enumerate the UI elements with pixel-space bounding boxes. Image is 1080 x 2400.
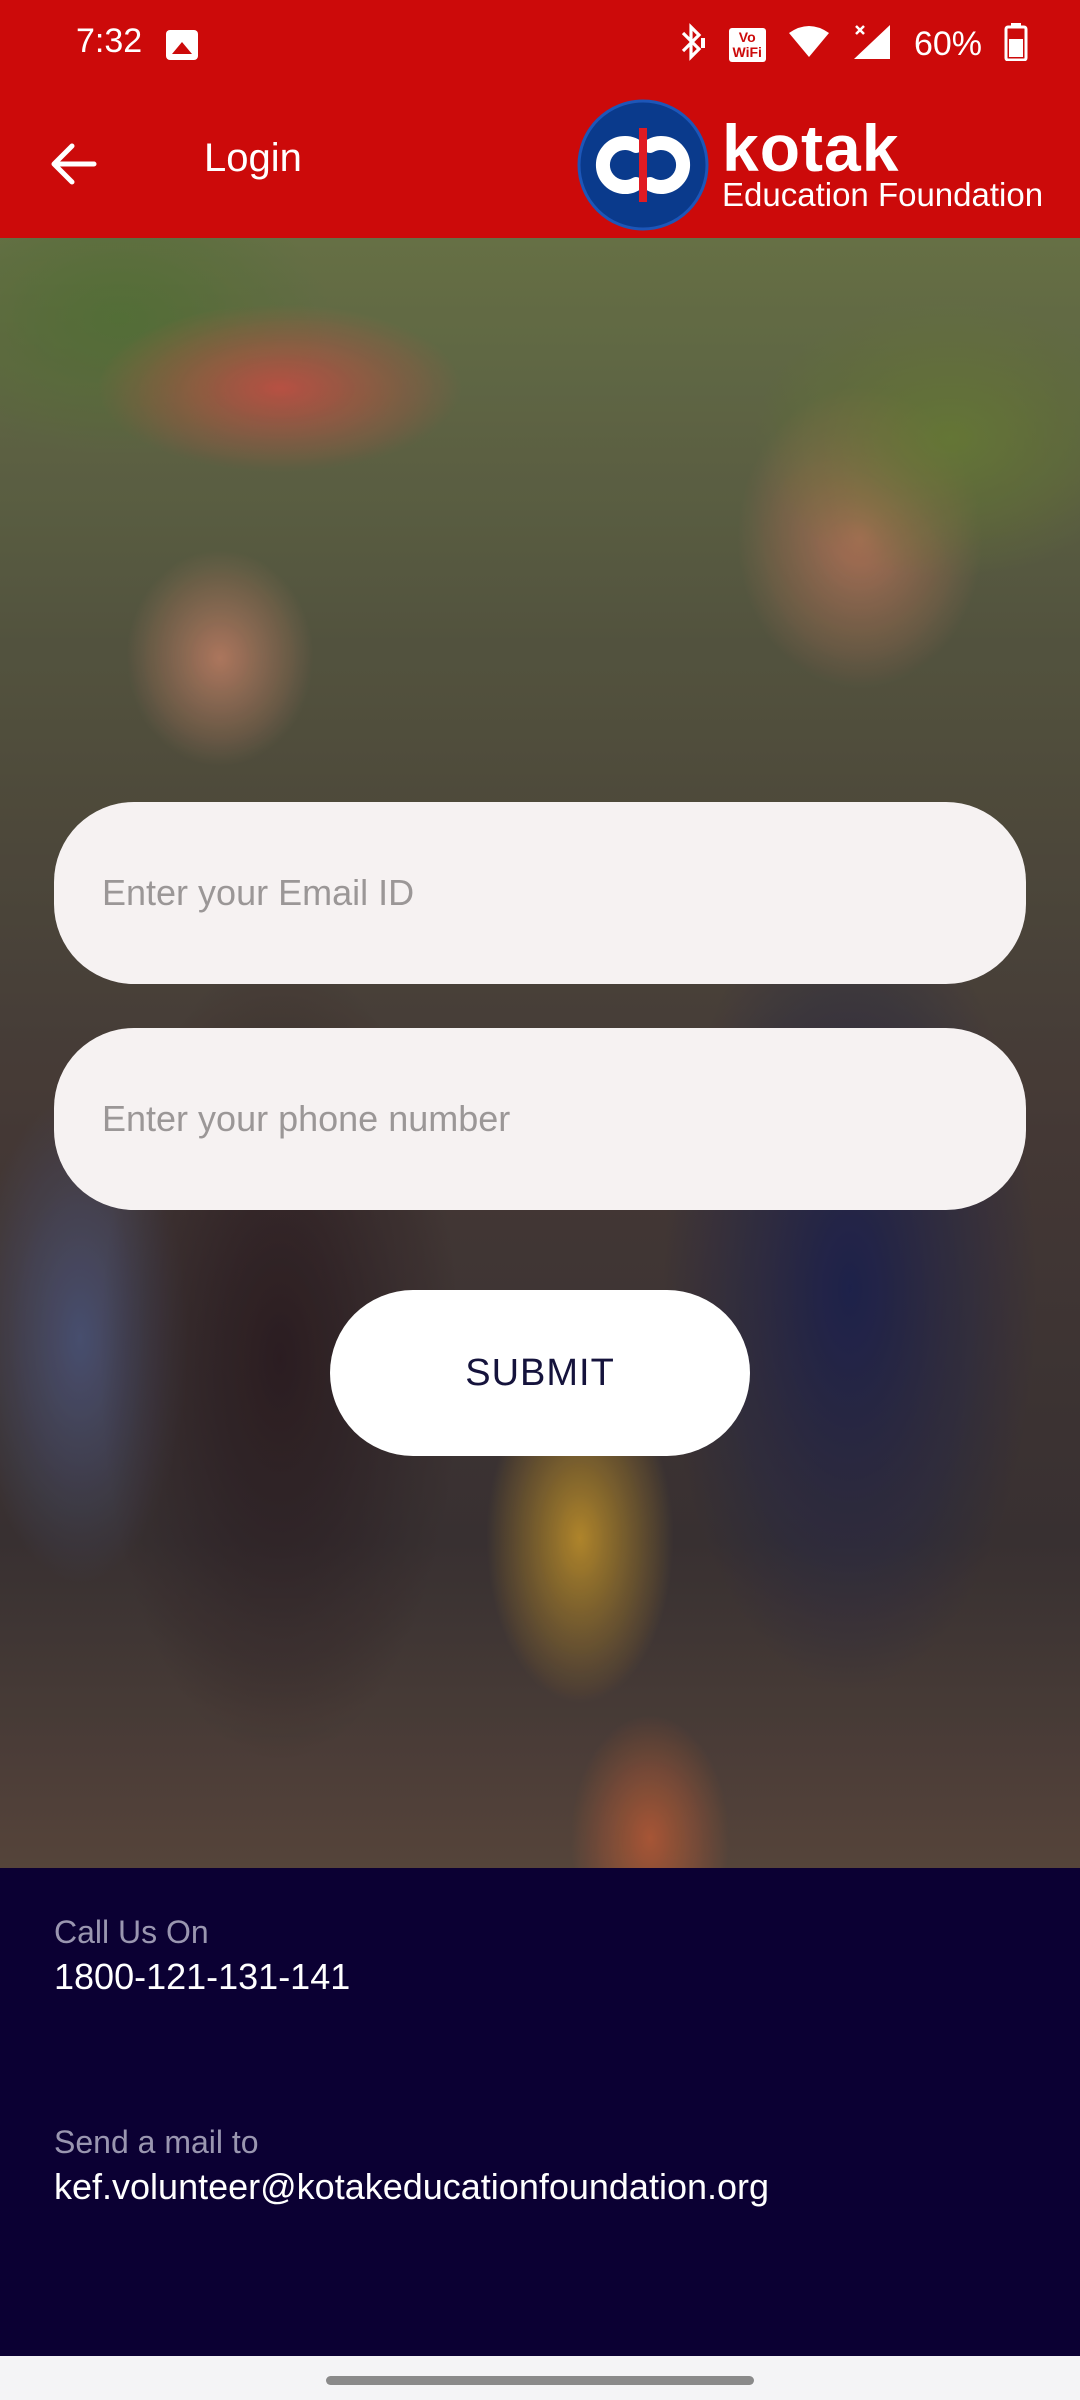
app-bar: Login kotak Education Foundation [0,92,1080,238]
status-bar: 7:32 Vo WiFi 60% [0,0,1080,92]
brand-logo: kotak Education Foundation [576,98,1043,232]
hero-background: SUBMIT [0,238,1080,1868]
back-button[interactable] [44,134,104,194]
vowifi-icon: Vo WiFi [728,27,766,62]
contact-phone[interactable]: 1800-121-131-141 [54,1956,350,1998]
signal-icon [852,23,892,66]
kotak-logo-icon [576,98,710,232]
submit-button[interactable]: SUBMIT [330,1290,750,1456]
wifi-icon [788,25,830,64]
nav-bar [0,2356,1080,2400]
page-title: Login [204,136,302,180]
vowifi-line1: Vo [738,28,756,45]
mail-label: Send a mail to [54,2124,259,2160]
brand-subtitle: Education Foundation [722,176,1044,213]
brand-wordmark: kotak Education Foundation [722,111,1044,213]
call-us-label: Call Us On [54,1914,209,1950]
bluetooth-icon [677,22,707,67]
phone-field[interactable] [54,1028,1026,1210]
contact-email[interactable]: kef.volunteer@kotakeducationfoundation.o… [54,2166,769,2208]
gesture-handle[interactable] [326,2376,754,2385]
brand-name: kotak [722,111,900,185]
image-icon [166,30,198,60]
battery-percent: 60% [913,25,982,63]
vowifi-line2: WiFi [732,43,762,60]
arrow-left-icon [44,143,104,198]
battery-icon [1004,23,1028,66]
footer: Call Us On 1800-121-131-141 Send a mail … [0,1868,1080,2356]
status-icons: Vo WiFi 60% [677,22,1028,67]
email-field[interactable] [54,802,1026,984]
status-time: 7:32 [76,22,143,60]
